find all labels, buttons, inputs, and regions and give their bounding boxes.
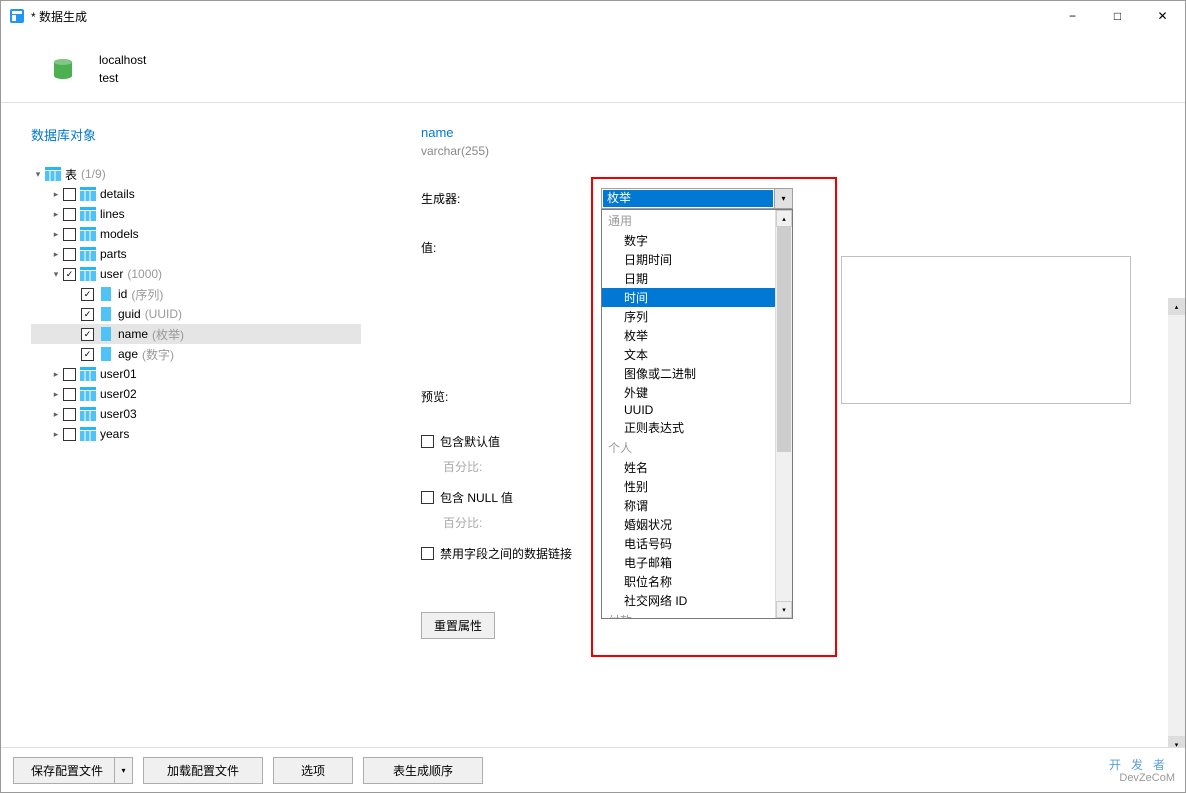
dropdown-item[interactable]: 职位名称	[602, 572, 775, 591]
app-icon	[9, 8, 25, 24]
checkbox-icon	[421, 547, 434, 560]
tree-column-name[interactable]: name(枚举)	[31, 324, 361, 344]
chevron-down-icon[interactable]: ▾	[114, 758, 132, 783]
tree-table-details[interactable]: ▸details	[31, 184, 361, 204]
tree-table-user[interactable]: ▾user(1000)	[31, 264, 361, 284]
scroll-up-icon[interactable]: ▴	[776, 210, 792, 227]
checkbox-icon[interactable]	[81, 288, 94, 301]
checkbox-icon[interactable]	[81, 308, 94, 321]
generator-value: 枚举	[603, 190, 773, 207]
dropdown-item[interactable]: 序列	[602, 307, 775, 326]
left-panel: 数据库对象 ▾表(1/9)▸details▸lines▸models▸parts…	[1, 103, 391, 755]
database-icon	[51, 57, 75, 81]
close-button[interactable]: ✕	[1140, 1, 1185, 31]
checkbox-icon[interactable]	[63, 188, 76, 201]
dropdown-item[interactable]: 婚姻状况	[602, 515, 775, 534]
tree-root[interactable]: ▾表(1/9)	[31, 164, 361, 184]
dropdown-item[interactable]: 日期	[602, 269, 775, 288]
dropdown-item[interactable]: 社交网络 ID	[602, 591, 775, 610]
checkbox-icon[interactable]	[81, 328, 94, 341]
dropdown-item[interactable]: 日期时间	[602, 250, 775, 269]
object-tree[interactable]: ▾表(1/9)▸details▸lines▸models▸parts▾user(…	[31, 164, 361, 444]
scroll-down-icon[interactable]: ▾	[776, 601, 792, 618]
field-name: name	[421, 125, 1155, 140]
checkbox-icon[interactable]	[63, 408, 76, 421]
dropdown-item[interactable]: 文本	[602, 345, 775, 364]
titlebar: * 数据生成 − □ ✕	[1, 1, 1185, 31]
tree-table-user01[interactable]: ▸user01	[31, 364, 361, 384]
checkbox-icon	[421, 435, 434, 448]
dropdown-item[interactable]: 数字	[602, 231, 775, 250]
dropdown-item[interactable]: 电话号码	[602, 534, 775, 553]
value-label: 值:	[421, 237, 601, 256]
chevron-down-icon[interactable]: ▾	[774, 189, 792, 208]
percent-label-2: 百分比:	[443, 514, 1155, 531]
dropdown-item[interactable]: 性别	[602, 477, 775, 496]
watermark: 开发者 DevZeCoM	[1109, 748, 1175, 784]
dropdown-item[interactable]: 外键	[602, 383, 775, 402]
checkbox-icon[interactable]	[63, 428, 76, 441]
dropdown-item[interactable]: 枚举	[602, 326, 775, 345]
tree-column-age[interactable]: age(数字)	[31, 344, 361, 364]
dropdown-group: 个人	[602, 437, 775, 458]
dropdown-item[interactable]: 称谓	[602, 496, 775, 515]
checkbox-icon[interactable]	[63, 268, 76, 281]
footer-toolbar: 保存配置文件 ▾ 加载配置文件 选项 表生成顺序	[1, 747, 1185, 792]
dropdown-scrollbar[interactable]: ▴ ▾	[775, 210, 792, 618]
maximize-button[interactable]: □	[1095, 1, 1140, 31]
tree-table-lines[interactable]: ▸lines	[31, 204, 361, 224]
table-order-button[interactable]: 表生成顺序	[363, 757, 483, 784]
options-button[interactable]: 选项	[273, 757, 353, 784]
save-config-button[interactable]: 保存配置文件 ▾	[13, 757, 133, 784]
checkbox-icon	[421, 491, 434, 504]
preview-label: 预览:	[421, 386, 601, 405]
window-title: * 数据生成	[31, 8, 1050, 25]
generator-label: 生成器:	[421, 188, 601, 207]
panel-scrollbar[interactable]: ▴ ▾	[1168, 298, 1185, 753]
checkbox-icon[interactable]	[63, 388, 76, 401]
right-panel: name varchar(255) 生成器: 枚举 ▾ 通用数字日期时间日期时间…	[391, 103, 1185, 755]
dropdown-item[interactable]: 电子邮箱	[602, 553, 775, 572]
dropdown-item[interactable]: 图像或二进制	[602, 364, 775, 383]
dropdown-item[interactable]: 正则表达式	[602, 418, 775, 437]
tree-table-user03[interactable]: ▸user03	[31, 404, 361, 424]
generator-combo[interactable]: 枚举 ▾	[601, 188, 793, 209]
dropdown-item[interactable]: UUID	[602, 402, 775, 418]
host-label: localhost	[99, 51, 146, 69]
dropdown-group: 付款	[602, 610, 775, 618]
dropdown-group: 通用	[602, 210, 775, 231]
dropdown-item[interactable]: 姓名	[602, 458, 775, 477]
tree-table-parts[interactable]: ▸parts	[31, 244, 361, 264]
checkbox-icon[interactable]	[63, 248, 76, 261]
database-label: test	[99, 69, 146, 87]
tree-table-models[interactable]: ▸models	[31, 224, 361, 244]
scroll-up-icon[interactable]: ▴	[1168, 298, 1185, 315]
section-title: 数据库对象	[31, 125, 361, 144]
checkbox-icon[interactable]	[63, 228, 76, 241]
checkbox-icon[interactable]	[63, 368, 76, 381]
dropdown-item[interactable]: 时间	[602, 288, 775, 307]
generator-dropdown[interactable]: 通用数字日期时间日期时间序列枚举文本图像或二进制外键UUID正则表达式个人姓名性…	[601, 209, 793, 619]
checkbox-icon[interactable]	[81, 348, 94, 361]
scroll-thumb[interactable]	[777, 227, 791, 452]
tree-table-user02[interactable]: ▸user02	[31, 384, 361, 404]
connection-header: localhost test	[1, 31, 1185, 103]
minimize-button[interactable]: −	[1050, 1, 1095, 31]
tree-column-guid[interactable]: guid(UUID)	[31, 304, 361, 324]
percent-label-1: 百分比:	[443, 458, 1155, 475]
tree-column-id[interactable]: id(序列)	[31, 284, 361, 304]
load-config-button[interactable]: 加载配置文件	[143, 757, 263, 784]
field-type: varchar(255)	[421, 144, 1155, 158]
checkbox-icon[interactable]	[63, 208, 76, 221]
tree-table-years[interactable]: ▸years	[31, 424, 361, 444]
reset-button[interactable]: 重置属性	[421, 612, 495, 639]
value-textarea[interactable]	[841, 256, 1131, 404]
